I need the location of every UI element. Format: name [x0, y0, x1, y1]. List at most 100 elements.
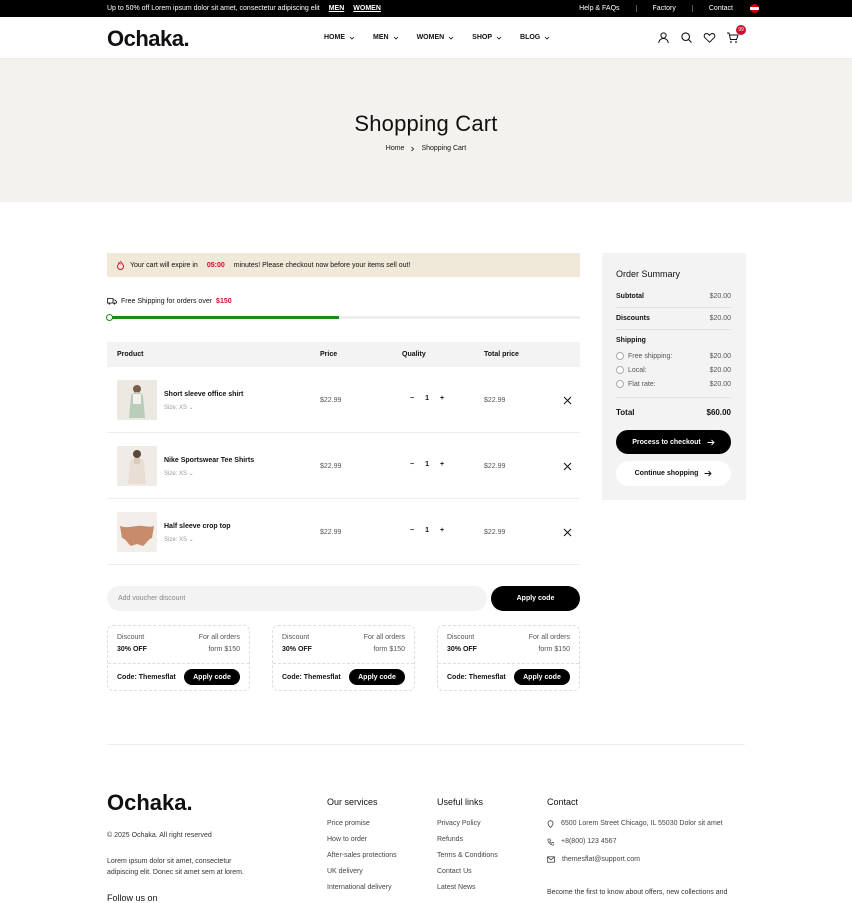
radio-button[interactable]	[616, 366, 624, 374]
apply-voucher-button[interactable]: Apply code	[491, 586, 580, 611]
product-name[interactable]: Half sleeve crop top	[164, 523, 231, 530]
breadcrumb: Home Shopping Cart	[0, 145, 852, 152]
page-hero: Shopping Cart Home Shopping Cart	[0, 59, 852, 202]
close-icon[interactable]	[563, 396, 572, 405]
footer-link[interactable]: Contact Us	[437, 868, 498, 884]
help-link[interactable]: Help & FAQs	[563, 5, 635, 12]
footer-link[interactable]: How to order	[327, 836, 397, 852]
minus-icon[interactable]: −	[410, 527, 414, 534]
timer-suffix: minutes! Please checkout now before your…	[233, 261, 411, 269]
voucher-input[interactable]: Add voucher discount	[107, 586, 487, 611]
footer-link[interactable]: Latest News	[437, 884, 498, 900]
radio-button[interactable]	[616, 352, 624, 360]
checkout-button[interactable]: Process to checkout	[616, 430, 731, 454]
logo[interactable]: Ochaka.	[107, 26, 190, 52]
quantity-value[interactable]: 1	[425, 461, 429, 468]
phone-text: +8(800) 123 4567	[561, 838, 617, 845]
quantity-value[interactable]: 1	[425, 527, 429, 534]
product-image[interactable]	[117, 380, 157, 420]
product-image[interactable]	[117, 512, 157, 552]
progress-start-dot	[106, 314, 113, 321]
location-pin-icon	[547, 820, 554, 828]
size-select[interactable]: Size: XS ⌄	[164, 470, 194, 477]
nav-label: BLOG	[520, 34, 541, 41]
cart-timer-banner: Your cart will expire in 05:00 minutes! …	[107, 253, 580, 277]
shipping-option-free[interactable]: Free shipping:	[616, 352, 672, 360]
mail-icon	[547, 856, 555, 863]
coupon-condition: For all orders	[198, 634, 240, 641]
user-icon[interactable]	[657, 31, 670, 44]
nav-home[interactable]: HOME	[324, 34, 355, 41]
footer-link[interactable]: UK delivery	[327, 868, 397, 884]
phone-icon	[547, 838, 554, 846]
top-bar: Up to 50% off Lorem ipsum dolor sit amet…	[0, 0, 852, 17]
promo-link-men[interactable]: MEN	[329, 5, 345, 12]
contact-title: Contact	[547, 797, 579, 807]
nav-blog[interactable]: BLOG	[520, 34, 550, 41]
phone[interactable]: +8(800) 123 4567	[547, 838, 723, 856]
size-label: Size: XS	[164, 537, 188, 543]
free-shipping-note: Free Shipping for orders over $150	[107, 298, 580, 305]
continue-shopping-button[interactable]: Continue shopping	[616, 461, 731, 486]
heart-icon[interactable]	[703, 31, 716, 44]
product-image[interactable]	[117, 446, 157, 486]
footer-link[interactable]: Terms & Conditions	[437, 852, 498, 868]
nav-shop[interactable]: SHOP	[472, 34, 502, 41]
cart-icon[interactable]: 99	[726, 25, 746, 44]
summary-title: Order Summary	[616, 269, 681, 279]
apply-coupon-button[interactable]: Apply code	[184, 669, 240, 685]
coupon-value: 30% OFF	[447, 646, 477, 653]
shipping-option-flat[interactable]: Flat rate:	[616, 380, 656, 388]
email[interactable]: themesflat@support.com	[547, 856, 723, 874]
size-select[interactable]: Size: XS ⌄	[164, 536, 194, 543]
chevron-right-icon	[411, 146, 415, 151]
footer-link[interactable]: Privacy Policy	[437, 820, 498, 836]
coupon-label: Discount	[447, 634, 475, 641]
search-icon[interactable]	[680, 31, 693, 44]
quantity-stepper[interactable]: − 1 +	[410, 395, 444, 402]
col-quality: Quality	[402, 351, 426, 358]
plus-icon[interactable]: +	[440, 527, 444, 534]
apply-coupon-button[interactable]: Apply code	[349, 669, 405, 685]
plus-icon[interactable]: +	[440, 461, 444, 468]
nav-men[interactable]: MEN	[373, 34, 399, 41]
quantity-stepper[interactable]: − 1 +	[410, 461, 444, 468]
uk-flag-icon[interactable]	[750, 4, 759, 13]
factory-link[interactable]: Factory	[635, 5, 692, 12]
product-name[interactable]: Nike Sportswear Tee Shirts	[164, 457, 254, 464]
close-icon[interactable]	[563, 528, 572, 537]
quantity-value[interactable]: 1	[425, 395, 429, 402]
minus-icon[interactable]: −	[410, 461, 414, 468]
size-select[interactable]: Size: XS ⌄	[164, 404, 194, 411]
coupon-condition-amount: form $150	[208, 646, 240, 653]
plus-icon[interactable]: +	[440, 395, 444, 402]
footer-link[interactable]: After-sales protections	[327, 852, 397, 868]
coupon-label: Discount	[282, 634, 310, 641]
footer-link[interactable]: Price promise	[327, 820, 397, 836]
quantity-stepper[interactable]: − 1 +	[410, 527, 444, 534]
footer-link[interactable]: International delivery	[327, 884, 397, 900]
radio-button[interactable]	[616, 380, 624, 388]
footer-description: Lorem ipsum dolor sit amet, consectetur …	[107, 858, 244, 876]
chevron-down-icon	[544, 36, 550, 40]
coupon-code: Code: Themesflat	[282, 674, 341, 681]
product-name[interactable]: Short sleeve office shirt	[164, 391, 243, 398]
checkout-label: Process to checkout	[632, 438, 701, 446]
footer-logo[interactable]: Ochaka.	[107, 790, 193, 816]
cart-count-badge: 99	[736, 25, 746, 35]
promo-link-women[interactable]: WOMEN	[353, 5, 381, 12]
minus-icon[interactable]: −	[410, 395, 414, 402]
coupon-card: Discount 30% OFF For all orders form $15…	[272, 625, 415, 691]
coupon-condition: For all orders	[528, 634, 570, 641]
contact-link[interactable]: Contact	[691, 5, 749, 12]
cart-main: Your cart will expire in 05:00 minutes! …	[106, 253, 580, 691]
shipping-option-local[interactable]: Local:	[616, 366, 647, 374]
divider	[438, 663, 579, 664]
nav-women[interactable]: WOMEN	[417, 34, 455, 41]
promo: Up to 50% off Lorem ipsum dolor sit amet…	[107, 5, 381, 12]
breadcrumb-home[interactable]: Home	[386, 145, 405, 152]
table-row: Half sleeve crop top Size: XS ⌄ $22.99 −…	[107, 499, 580, 565]
footer-link[interactable]: Refunds	[437, 836, 498, 852]
close-icon[interactable]	[563, 462, 572, 471]
apply-coupon-button[interactable]: Apply code	[514, 669, 570, 685]
